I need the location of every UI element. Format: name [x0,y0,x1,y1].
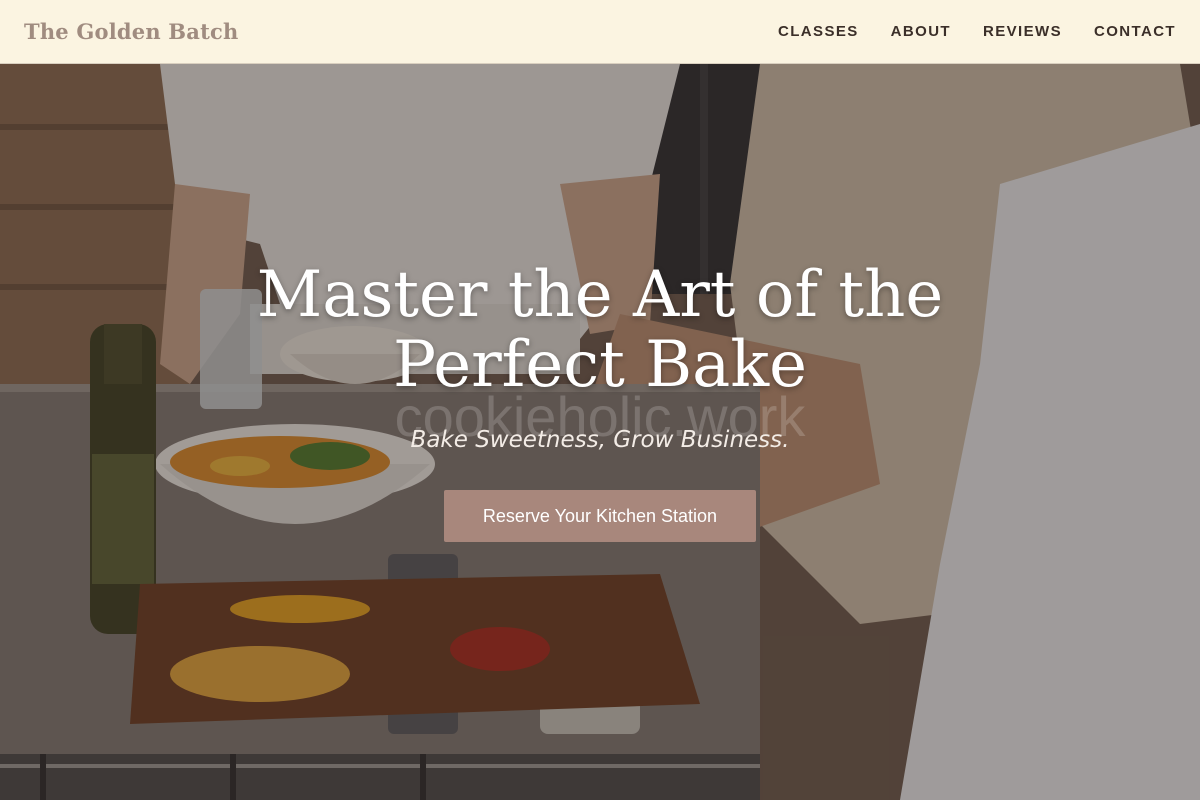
reserve-station-button[interactable]: Reserve Your Kitchen Station [444,490,756,542]
hero-tagline: Bake Sweetness, Grow Business. [410,427,790,453]
nav-link-reviews[interactable]: REVIEWS [983,23,1062,40]
nav-link-classes[interactable]: CLASSES [778,23,859,40]
site-header: The Golden Batch CLASSES ABOUT REVIEWS C… [0,0,1200,64]
nav-link-contact[interactable]: CONTACT [1094,23,1176,40]
hero-content: Master the Art of the Perfect Bake cooki… [0,64,1200,800]
main-nav: CLASSES ABOUT REVIEWS CONTACT [778,23,1176,40]
hero-headline: Master the Art of the Perfect Bake [256,258,944,402]
nav-link-about[interactable]: ABOUT [891,23,951,40]
brand-logo[interactable]: The Golden Batch [24,19,238,44]
